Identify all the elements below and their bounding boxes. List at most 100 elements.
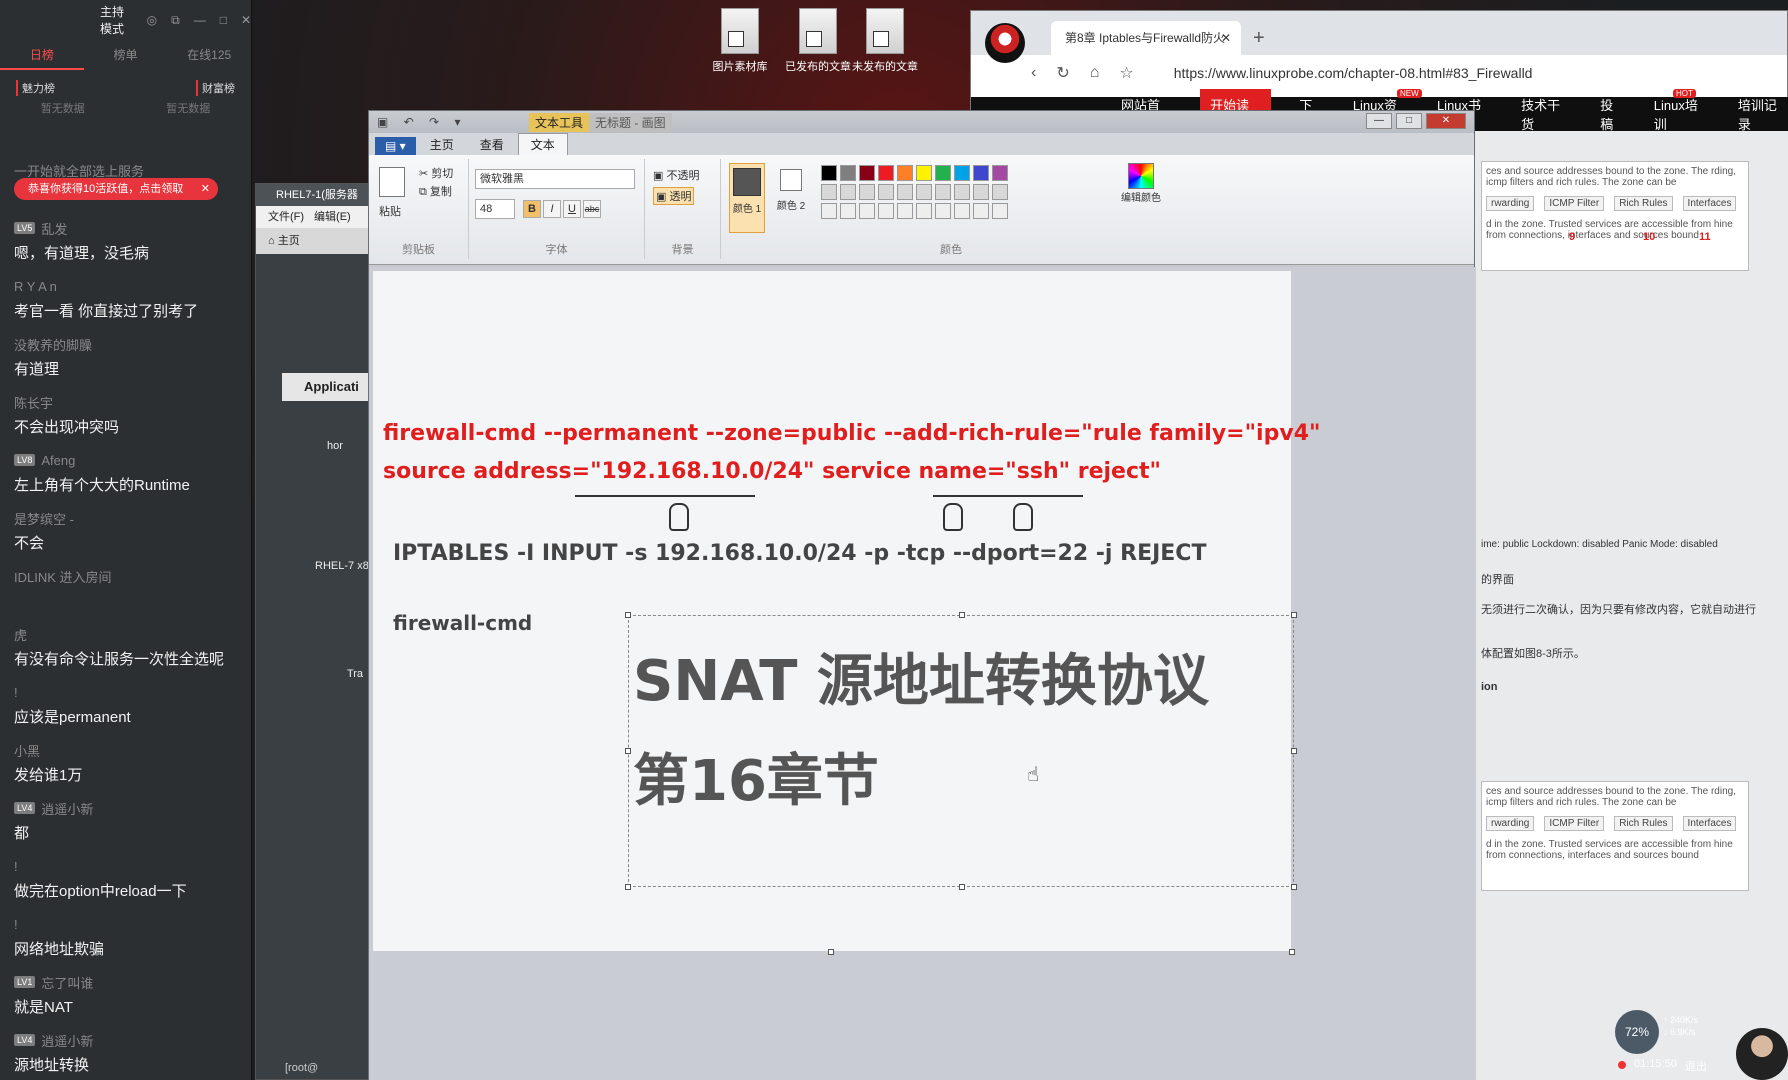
cut-button[interactable]: ✂ 剪切 xyxy=(419,165,453,181)
desktop-icon-image-library[interactable]: 图片素材库 xyxy=(700,8,780,74)
canvas-resize-handle[interactable] xyxy=(828,949,834,955)
color-swatch[interactable] xyxy=(992,203,1008,219)
terminal-tab[interactable]: [root@ xyxy=(285,1062,318,1074)
chat-username[interactable]: 虎 xyxy=(14,624,244,644)
canvas-resize-handle[interactable] xyxy=(1289,949,1295,955)
nav-item[interactable]: Linux培训 xyxy=(1654,95,1710,133)
chat-username[interactable]: 陈长宇 xyxy=(14,392,244,412)
card-tab[interactable]: Interfaces xyxy=(1682,196,1737,211)
edit-colors-button[interactable]: 编辑颜色 xyxy=(1111,163,1171,204)
color-swatch[interactable] xyxy=(878,184,894,200)
close-icon[interactable]: ✕ xyxy=(1221,21,1231,55)
chat-username[interactable]: LV1 忘了叫谁 xyxy=(14,972,244,992)
chat-username[interactable]: 小黑 xyxy=(14,740,244,760)
color-swatch[interactable] xyxy=(840,165,856,181)
card-tab[interactable]: Rich Rules xyxy=(1614,196,1673,211)
color-swatch[interactable] xyxy=(954,203,970,219)
chat-username[interactable]: ! xyxy=(14,914,244,934)
paste-button[interactable]: 粘贴 xyxy=(379,203,401,219)
chat-username[interactable]: ! xyxy=(14,856,244,876)
color-swatch[interactable] xyxy=(821,184,837,200)
nav-item[interactable]: 投稿 xyxy=(1600,95,1626,133)
text-selection-box[interactable]: SNAT 源地址转换协议 第16章节 ☝ xyxy=(625,612,1297,890)
color-swatch[interactable] xyxy=(821,203,837,219)
resize-handle[interactable] xyxy=(959,612,965,618)
color-swatch[interactable] xyxy=(973,203,989,219)
close-icon[interactable]: ✕ xyxy=(241,13,251,27)
tab-ranking[interactable]: 榜单 xyxy=(84,40,168,70)
share-icon[interactable]: ⧉ xyxy=(171,13,180,28)
color-swatch[interactable] xyxy=(859,203,875,219)
minimize-icon[interactable]: — xyxy=(194,13,206,27)
color-swatch[interactable] xyxy=(897,184,913,200)
chat-username[interactable]: LV4 逍遥小新 xyxy=(14,1030,244,1050)
maximize-icon[interactable]: □ xyxy=(1396,113,1422,129)
settings-icon[interactable]: ◎ xyxy=(147,13,157,27)
color-swatch[interactable] xyxy=(973,184,989,200)
browser-tab[interactable]: 第8章 Iptables与Firewalld防火 ✕ xyxy=(1051,21,1241,55)
color-swatch[interactable] xyxy=(821,165,837,181)
color2-button[interactable]: 颜色 2 xyxy=(773,163,809,233)
card-tab[interactable]: ICMP Filter xyxy=(1544,816,1605,831)
italic-button[interactable]: I xyxy=(543,200,561,218)
bold-button[interactable]: B xyxy=(523,200,541,218)
color-swatch[interactable] xyxy=(973,165,989,181)
close-icon[interactable]: ✕ xyxy=(201,178,210,200)
tab-home[interactable]: 主页 xyxy=(418,134,466,155)
tab-view[interactable]: 查看 xyxy=(468,134,516,155)
strikethrough-button[interactable]: abc xyxy=(583,200,601,218)
promo-banner[interactable]: 恭喜你获得10活跃值，点击领取 ✕ xyxy=(14,178,218,200)
nav-item[interactable]: 培训记录 xyxy=(1738,95,1788,133)
desktop-icon-unpublished[interactable]: 未发布的文章 xyxy=(845,8,925,74)
maximize-icon[interactable]: □ xyxy=(220,13,227,27)
chat-username[interactable]: 一开始就全部选上服务 xyxy=(14,160,244,180)
chat-username[interactable]: IDLINK 进入房间 xyxy=(14,566,244,586)
star-icon[interactable]: ☆ xyxy=(1119,63,1133,83)
underline-button[interactable]: U xyxy=(563,200,581,218)
copy-button[interactable]: ⧉ 复制 xyxy=(419,183,452,199)
color-swatch[interactable] xyxy=(954,184,970,200)
quick-access-toolbar[interactable]: ▣ ↶ ↷ ▾ xyxy=(377,115,466,129)
color-swatch[interactable] xyxy=(897,203,913,219)
color1-button[interactable]: 颜色 1 xyxy=(729,163,765,233)
card-tab[interactable]: rwarding xyxy=(1486,196,1535,211)
font-size-select[interactable]: 48 xyxy=(475,199,515,219)
color-swatch[interactable] xyxy=(840,203,856,219)
resize-handle[interactable] xyxy=(959,884,965,890)
vm-home-folder[interactable]: hor xyxy=(290,440,380,452)
color-swatch[interactable] xyxy=(916,165,932,181)
transparent-button[interactable]: ▣ 透明 xyxy=(653,187,695,205)
menu-file[interactable]: 文件(F) xyxy=(268,206,304,228)
chat-username[interactable]: LV8 Afeng xyxy=(14,450,244,470)
resize-handle[interactable] xyxy=(625,884,631,890)
card-tab[interactable]: Interfaces xyxy=(1682,816,1737,831)
color-swatch[interactable] xyxy=(916,184,932,200)
applications-menu[interactable]: Applicati xyxy=(282,373,372,401)
chat-username[interactable]: ! xyxy=(14,682,244,702)
paint-canvas[interactable]: firewall-cmd --permanent --zone=public -… xyxy=(373,271,1320,955)
chat-username[interactable]: 是梦缤空 - xyxy=(14,508,244,528)
menu-edit[interactable]: 编辑(E) xyxy=(314,206,351,228)
color-swatch[interactable] xyxy=(859,184,875,200)
color-swatch[interactable] xyxy=(878,165,894,181)
color-swatch[interactable] xyxy=(840,184,856,200)
back-icon[interactable]: ‹ xyxy=(1031,64,1036,82)
minimize-icon[interactable]: — xyxy=(1366,113,1392,129)
chat-username[interactable]: 没教养的脚臊 xyxy=(14,334,244,354)
reload-icon[interactable]: ↻ xyxy=(1056,63,1069,83)
wealth-rank-label[interactable]: 财富榜 xyxy=(196,80,235,96)
color-swatch[interactable] xyxy=(954,165,970,181)
chat-username[interactable]: R Y A n xyxy=(14,276,244,296)
chat-username[interactable]: LV4 逍遥小新 xyxy=(14,798,244,818)
card-tab[interactable]: rwarding xyxy=(1486,816,1535,831)
resize-handle[interactable] xyxy=(1291,612,1297,618)
nav-item[interactable]: 技术干货 xyxy=(1521,95,1572,133)
color-swatch[interactable] xyxy=(916,203,932,219)
close-icon[interactable]: ✕ xyxy=(1426,113,1466,129)
paste-icon[interactable] xyxy=(379,167,405,197)
color-swatch[interactable] xyxy=(897,165,913,181)
tab-text[interactable]: 文本 xyxy=(517,133,568,155)
exit-button[interactable]: 退出 xyxy=(1685,1058,1707,1074)
url-bar[interactable]: https://www.linuxprobe.com/chapter-08.ht… xyxy=(1174,65,1533,81)
color-swatch[interactable] xyxy=(935,203,951,219)
